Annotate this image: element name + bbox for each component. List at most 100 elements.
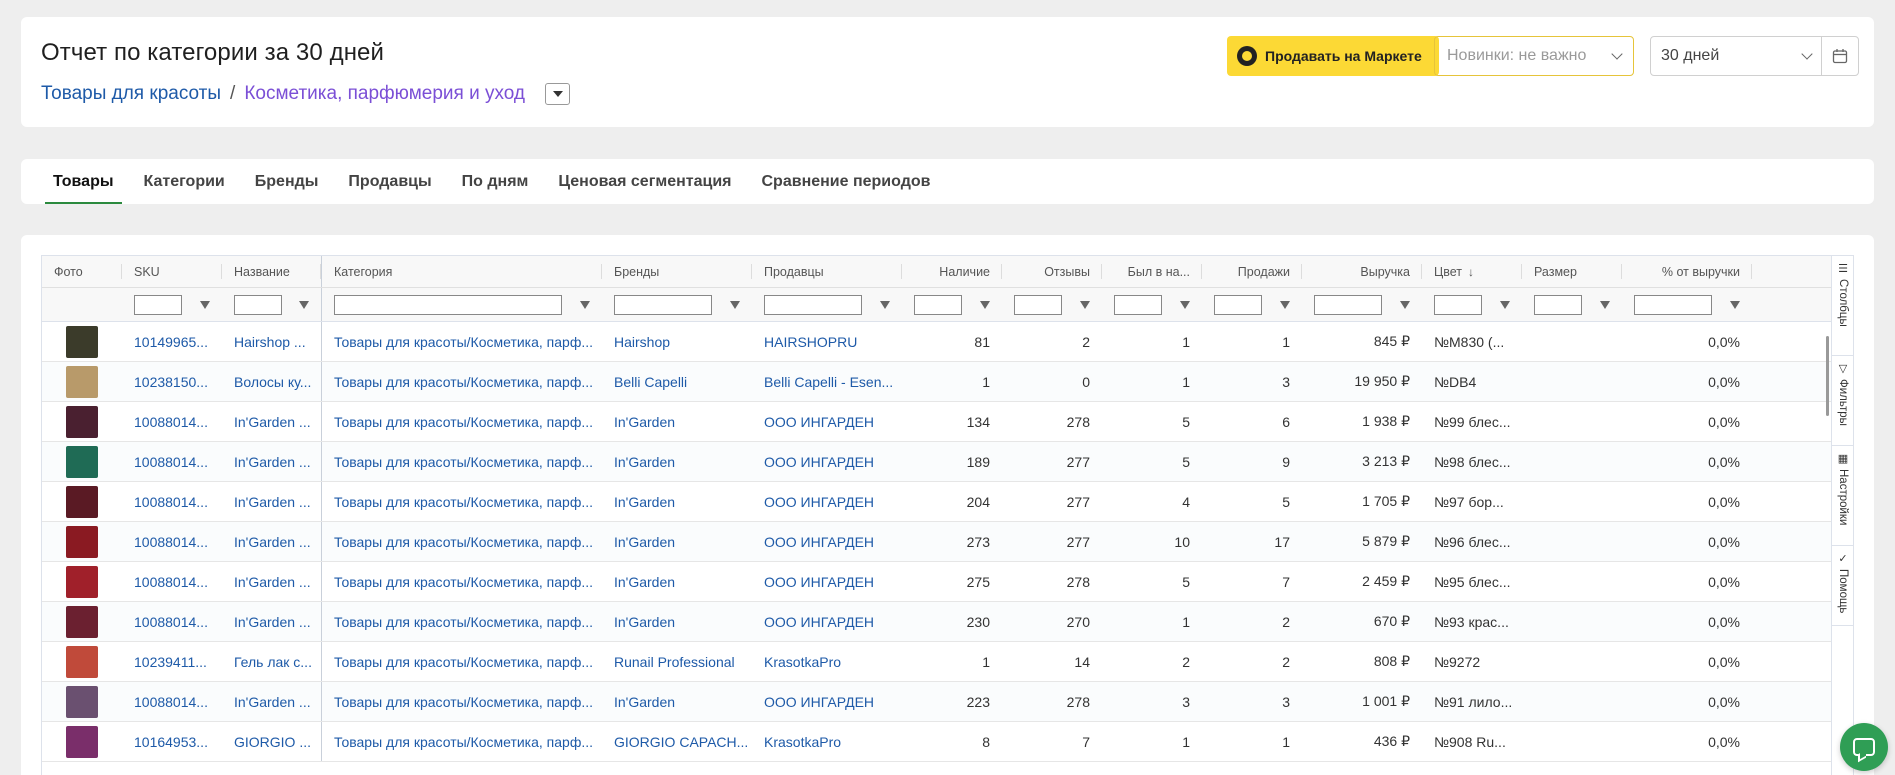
cell-name-value[interactable]: Гель лак с... bbox=[234, 654, 312, 670]
cell-category-value[interactable]: Товары для красоты/Косметика, парф... bbox=[334, 534, 593, 550]
table-row[interactable]: 10088014... In'Garden ... Товары для красо… bbox=[42, 682, 1853, 722]
cell-brand[interactable]: GIORGIO CAPACH... bbox=[602, 722, 752, 761]
vertical-scrollbar[interactable] bbox=[1826, 336, 1829, 416]
cell-category[interactable]: Товары для красоты/Косметика, парф... bbox=[322, 322, 602, 361]
side-tab-filters[interactable]: ▽ Фильтры bbox=[1832, 356, 1853, 446]
cell-seller[interactable]: ООО ИНГАРДЕН bbox=[752, 522, 902, 561]
cell-brand[interactable]: In'Garden bbox=[602, 482, 752, 521]
cell-seller-value[interactable]: ООО ИНГАРДЕН bbox=[764, 454, 874, 470]
table-row[interactable]: 10238150... Волосы ку... Товары для красот… bbox=[42, 362, 1853, 402]
cell-category-value[interactable]: Товары для красоты/Косметика, парф... bbox=[334, 654, 593, 670]
product-thumbnail[interactable] bbox=[66, 525, 98, 558]
cell-name-value[interactable]: Волосы ку... bbox=[234, 374, 311, 390]
cell-sku-value[interactable]: 10149965... bbox=[134, 334, 208, 350]
cell-sku-value[interactable]: 10088014... bbox=[134, 614, 208, 630]
cell-brand-value[interactable]: GIORGIO CAPACH... bbox=[614, 734, 748, 750]
table-row[interactable]: 10149965... Hairshop ... Товары для красот… bbox=[42, 322, 1853, 362]
cell-category[interactable]: Товары для красоты/Косметика, парф... bbox=[322, 522, 602, 561]
table-row[interactable]: 10088014... In'Garden ... Товары для красо… bbox=[42, 482, 1853, 522]
cell-sku-value[interactable]: 10088014... bbox=[134, 574, 208, 590]
filter-input-sales[interactable] bbox=[1214, 294, 1262, 315]
cell-category-value[interactable]: Товары для красоты/Косметика, парф... bbox=[334, 414, 593, 430]
cell-category-value[interactable]: Товары для красоты/Косметика, парф... bbox=[334, 574, 593, 590]
product-thumbnail[interactable] bbox=[66, 565, 98, 598]
breadcrumb-current[interactable]: Косметика, парфюмерия и уход bbox=[244, 83, 525, 105]
cell-seller[interactable]: KrasotkaPro bbox=[752, 642, 902, 681]
cell-name-value[interactable]: In'Garden ... bbox=[234, 454, 311, 470]
column-header-name[interactable]: Название bbox=[222, 256, 322, 287]
cell-seller-value[interactable]: HAIRSHOPRU bbox=[764, 334, 857, 350]
cell-name-value[interactable]: In'Garden ... bbox=[234, 414, 311, 430]
cell-category[interactable]: Товары для красоты/Косметика, парф... bbox=[322, 362, 602, 401]
cell-name[interactable]: In'Garden ... bbox=[222, 522, 322, 561]
cell-seller[interactable]: ООО ИНГАРДЕН bbox=[752, 682, 902, 721]
filter-icon[interactable] bbox=[299, 300, 309, 309]
cell-category[interactable]: Товары для красоты/Косметика, парф... bbox=[322, 642, 602, 681]
cell-photo[interactable] bbox=[42, 722, 122, 761]
cell-name[interactable]: In'Garden ... bbox=[222, 602, 322, 641]
cell-brand-value[interactable]: In'Garden bbox=[614, 454, 675, 470]
cell-name[interactable]: Гель лак с... bbox=[222, 642, 322, 681]
column-header-seller[interactable]: Продавцы bbox=[752, 256, 902, 287]
column-header-sku[interactable]: SKU bbox=[122, 256, 222, 287]
cell-sku[interactable]: 10239411... bbox=[122, 642, 222, 681]
cell-category[interactable]: Товары для красоты/Косметика, парф... bbox=[322, 682, 602, 721]
cell-brand[interactable]: In'Garden bbox=[602, 562, 752, 601]
cell-brand[interactable]: Belli Capelli bbox=[602, 362, 752, 401]
filter-input-revenue[interactable] bbox=[1314, 294, 1382, 315]
product-thumbnail[interactable] bbox=[66, 445, 98, 478]
filter-icon[interactable] bbox=[730, 300, 740, 309]
breadcrumb-dropdown-button[interactable] bbox=[545, 83, 571, 105]
cell-seller-value[interactable]: ООО ИНГАРДЕН bbox=[764, 574, 874, 590]
cell-sku-value[interactable]: 10088014... bbox=[134, 454, 208, 470]
tab-period-comparison[interactable]: Сравнение периодов bbox=[754, 159, 939, 204]
cell-brand-value[interactable]: In'Garden bbox=[614, 694, 675, 710]
cell-seller[interactable]: ООО ИНГАРДЕН bbox=[752, 402, 902, 441]
product-thumbnail[interactable] bbox=[66, 365, 98, 398]
column-header-revenue-share[interactable]: % от выручки bbox=[1622, 256, 1752, 287]
filter-icon[interactable] bbox=[1400, 300, 1410, 309]
cell-brand[interactable]: In'Garden bbox=[602, 402, 752, 441]
cell-category-value[interactable]: Товары для красоты/Косметика, парф... bbox=[334, 614, 593, 630]
cell-sku[interactable]: 10238150... bbox=[122, 362, 222, 401]
filter-icon[interactable] bbox=[580, 300, 590, 309]
tab-categories[interactable]: Категории bbox=[136, 159, 233, 204]
column-header-color[interactable]: Цвет ↓ bbox=[1422, 256, 1522, 287]
cell-photo[interactable] bbox=[42, 682, 122, 721]
cell-sku-value[interactable]: 10088014... bbox=[134, 494, 208, 510]
cell-name-value[interactable]: In'Garden ... bbox=[234, 574, 311, 590]
column-header-brand[interactable]: Бренды bbox=[602, 256, 752, 287]
cell-seller[interactable]: ООО ИНГАРДЕН bbox=[752, 562, 902, 601]
cell-sku[interactable]: 10088014... bbox=[122, 402, 222, 441]
period-select[interactable]: 30 дней bbox=[1650, 36, 1822, 76]
filter-input-color[interactable] bbox=[1434, 294, 1482, 315]
cell-name-value[interactable]: In'Garden ... bbox=[234, 694, 311, 710]
cell-sku-value[interactable]: 10164953... bbox=[134, 734, 208, 750]
side-tab-settings[interactable]: ▦ Настройки bbox=[1832, 446, 1853, 546]
product-thumbnail[interactable] bbox=[66, 325, 98, 358]
cell-category-value[interactable]: Товары для красоты/Косметика, парф... bbox=[334, 334, 593, 350]
cell-sku[interactable]: 10149965... bbox=[122, 322, 222, 361]
cell-photo[interactable] bbox=[42, 442, 122, 481]
column-header-sales[interactable]: Продажи bbox=[1202, 256, 1302, 287]
filter-icon[interactable] bbox=[1180, 300, 1190, 309]
cell-sku[interactable]: 10088014... bbox=[122, 522, 222, 561]
cell-brand[interactable]: Runail Professional bbox=[602, 642, 752, 681]
calendar-button[interactable] bbox=[1821, 36, 1859, 76]
tab-brands[interactable]: Бренды bbox=[247, 159, 327, 204]
table-row[interactable]: 10239411... Гель лак с... Товары для красо… bbox=[42, 642, 1853, 682]
filter-input-size[interactable] bbox=[1534, 294, 1582, 315]
cell-seller[interactable]: ООО ИНГАРДЕН bbox=[752, 602, 902, 641]
cell-photo[interactable] bbox=[42, 402, 122, 441]
cell-sku-value[interactable]: 10239411... bbox=[134, 654, 207, 670]
cell-brand-value[interactable]: In'Garden bbox=[614, 494, 675, 510]
cell-sku[interactable]: 10088014... bbox=[122, 482, 222, 521]
cell-name-value[interactable]: GIORGIO ... bbox=[234, 734, 311, 750]
cell-name[interactable]: In'Garden ... bbox=[222, 562, 322, 601]
cell-category-value[interactable]: Товары для красоты/Косметика, парф... bbox=[334, 694, 593, 710]
table-row[interactable]: 10088014... In'Garden ... Товары для красо… bbox=[42, 602, 1853, 642]
cell-name[interactable]: In'Garden ... bbox=[222, 682, 322, 721]
tab-products[interactable]: Товары bbox=[45, 159, 122, 204]
cell-name-value[interactable]: In'Garden ... bbox=[234, 534, 311, 550]
column-header-stock[interactable]: Наличие bbox=[902, 256, 1002, 287]
